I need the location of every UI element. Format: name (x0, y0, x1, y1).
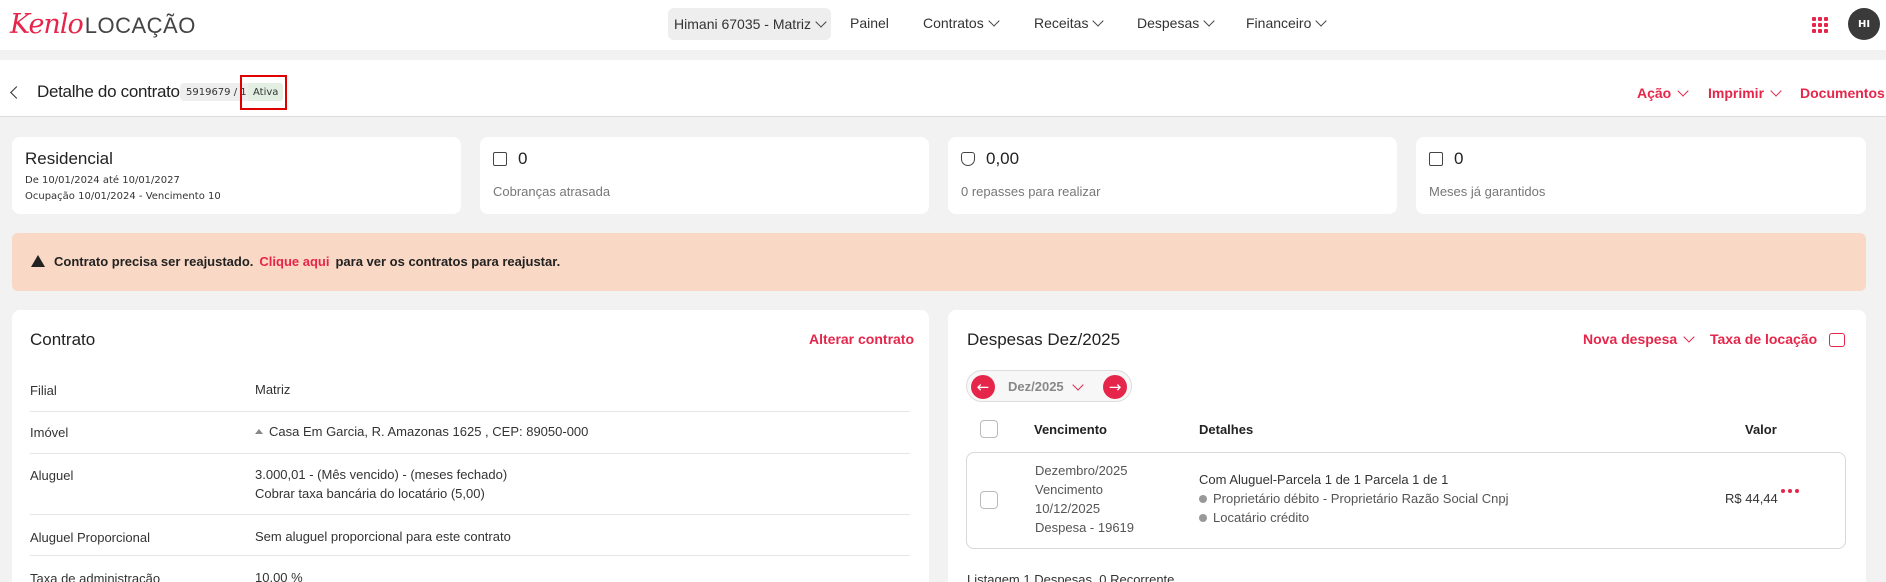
warning-icon (31, 255, 45, 267)
chevron-down-icon (1203, 15, 1215, 27)
select-all-checkbox[interactable] (980, 420, 998, 438)
chevron-down-icon (1770, 85, 1782, 97)
nav-painel[interactable]: Painel (850, 15, 889, 31)
chevron-down-icon (1677, 85, 1689, 97)
expense-debit: Proprietário débito - Proprietário Razão… (1199, 491, 1509, 506)
edit-contract-link[interactable]: Alterar contrato (809, 331, 914, 347)
expense-month: Dezembro/2025 (1035, 463, 1128, 478)
row-value-taxa-admin: 10,00 % (255, 570, 303, 582)
home-icon (255, 429, 263, 434)
branch-label: Himani 67035 - Matriz (674, 16, 811, 32)
bullet-icon (1199, 514, 1207, 522)
row-value-imovel[interactable]: Casa Em Garcia, R. Amazonas 1625 , CEP: … (255, 422, 588, 441)
contract-type-card: Residencial De 10/01/2024 até 10/01/2027… (12, 137, 461, 214)
readjust-alert: Contrato precisa ser reajustado. Clique … (12, 233, 1866, 291)
expense-due-label: Vencimento (1035, 482, 1103, 497)
page-header: Detalhe do contrato 5919679 / 1 Ativa Aç… (0, 60, 1886, 117)
month-dropdown[interactable]: Dez/2025 (1008, 378, 1084, 394)
divider (30, 411, 910, 412)
alert-suffix: para ver os contratos para reajustar. (335, 254, 561, 269)
contract-panel: Contrato Alterar contrato Filial Matriz … (12, 310, 929, 582)
guaranteed-label: Meses já garantidos (1429, 184, 1546, 199)
row-value-aluguel: 3.000,01 - (Mês vencido) - (meses fechad… (255, 467, 508, 501)
brand-logo[interactable]: Kenlo LOCAÇÃO (10, 9, 196, 40)
row-checkbox[interactable] (980, 491, 998, 509)
expense-value: R$ 44,44 (1725, 491, 1778, 506)
expenses-panel-title: Despesas Dez/2025 (967, 330, 1121, 349)
chevron-down-icon (988, 15, 1000, 27)
contract-period: De 10/01/2024 até 10/01/2027 (25, 175, 180, 186)
col-value: Valor (1745, 422, 1777, 437)
late-charges-label: Cobranças atrasada (493, 184, 611, 199)
guaranteed-months-card[interactable]: 0 Meses já garantidos (1416, 137, 1866, 214)
col-due: Vencimento (1034, 422, 1107, 437)
logo-main: Kenlo (10, 9, 84, 40)
expense-detail: Com Aluguel-Parcela 1 de 1 Parcela 1 de … (1199, 472, 1449, 487)
print-menu-button[interactable]: Imprimir (1708, 85, 1782, 101)
branch-selector[interactable]: Himani 67035 - Matriz (668, 8, 831, 40)
chevron-down-icon (1683, 331, 1695, 343)
expense-credit: Locatário crédito (1199, 510, 1309, 525)
expense-row[interactable]: Dezembro/2025 Vencimento 10/12/2025 Desp… (966, 452, 1846, 549)
chevron-down-icon (1315, 15, 1328, 27)
divider (30, 453, 910, 454)
guaranteed-count: 0 (1454, 149, 1464, 168)
next-month-arrow-icon[interactable]: → (1103, 375, 1127, 399)
new-expense-button[interactable]: Nova despesa (1583, 331, 1695, 347)
logo-sub: LOCAÇÃO (84, 13, 196, 38)
nav-despesas[interactable]: Despesas (1137, 15, 1215, 31)
top-bar: Kenlo LOCAÇÃO Himani 67035 - Matriz Pain… (0, 0, 1886, 50)
expenses-footer: Listagem 1 Despesas, 0 Recorrente (967, 572, 1175, 582)
bullet-icon (1199, 495, 1207, 503)
status-highlight: Ativa (240, 75, 287, 110)
back-arrow-icon[interactable] (10, 86, 23, 99)
transfers-label: 0 repasses para realizar (961, 184, 1101, 199)
nav-contratos[interactable]: Contratos (923, 15, 1000, 31)
printer-icon[interactable] (1829, 333, 1845, 347)
alert-link[interactable]: Clique aqui (259, 254, 329, 269)
expense-due-date: 10/12/2025 (1035, 501, 1101, 516)
row-label-aluguel-proporcional: Aluguel Proporcional (30, 530, 150, 545)
status-badge: Ativa (248, 83, 284, 101)
rental-fee-link[interactable]: Taxa de locação (1710, 331, 1817, 347)
avatar[interactable]: HI (1848, 8, 1880, 40)
nav-receitas[interactable]: Receitas (1034, 15, 1105, 31)
apps-grid-icon[interactable] (1812, 17, 1828, 33)
page-title: Detalhe do contrato (37, 82, 180, 101)
chevron-down-icon (1092, 15, 1105, 27)
row-value-filial: Matriz (255, 382, 291, 397)
alert-message: Contrato precisa ser reajustado. (54, 254, 254, 269)
more-options-icon[interactable] (1781, 489, 1799, 493)
calendar-clock-icon (493, 152, 507, 166)
contract-occupation: Ocupação 10/01/2024 - Vencimento 10 (25, 191, 221, 202)
expense-id: Despesa - 19619 (1035, 520, 1135, 535)
contract-panel-title: Contrato (30, 330, 96, 349)
row-label-filial: Filial (30, 383, 57, 398)
late-charges-count: 0 (518, 149, 528, 168)
money-hand-icon (961, 152, 975, 166)
row-label-taxa-admin: Taxa de administração (30, 571, 161, 582)
row-value-aluguel-proporcional: Sem aluguel proporcional para este contr… (255, 529, 511, 544)
documents-button[interactable]: Documentos (1800, 85, 1885, 101)
prev-month-arrow-icon[interactable]: ← (971, 375, 995, 399)
transfers-value: 0,00 (986, 149, 1020, 168)
chevron-down-icon (1071, 378, 1084, 391)
row-label-imovel: Imóvel (30, 425, 69, 440)
nav-financeiro[interactable]: Financeiro (1246, 15, 1328, 31)
month-selector: ← Dez/2025 → (966, 370, 1132, 402)
action-menu-button[interactable]: Ação (1637, 85, 1689, 101)
chevron-down-icon (815, 16, 827, 28)
col-details: Detalhes (1199, 422, 1254, 437)
transfers-card[interactable]: 0,00 0 repasses para realizar (948, 137, 1397, 214)
contract-type: Residencial (25, 149, 113, 168)
calendar-icon (1429, 152, 1443, 166)
divider (30, 514, 910, 515)
divider (30, 555, 910, 556)
late-charges-card[interactable]: 0 Cobranças atrasada (480, 137, 929, 214)
row-label-aluguel: Aluguel (30, 468, 74, 483)
